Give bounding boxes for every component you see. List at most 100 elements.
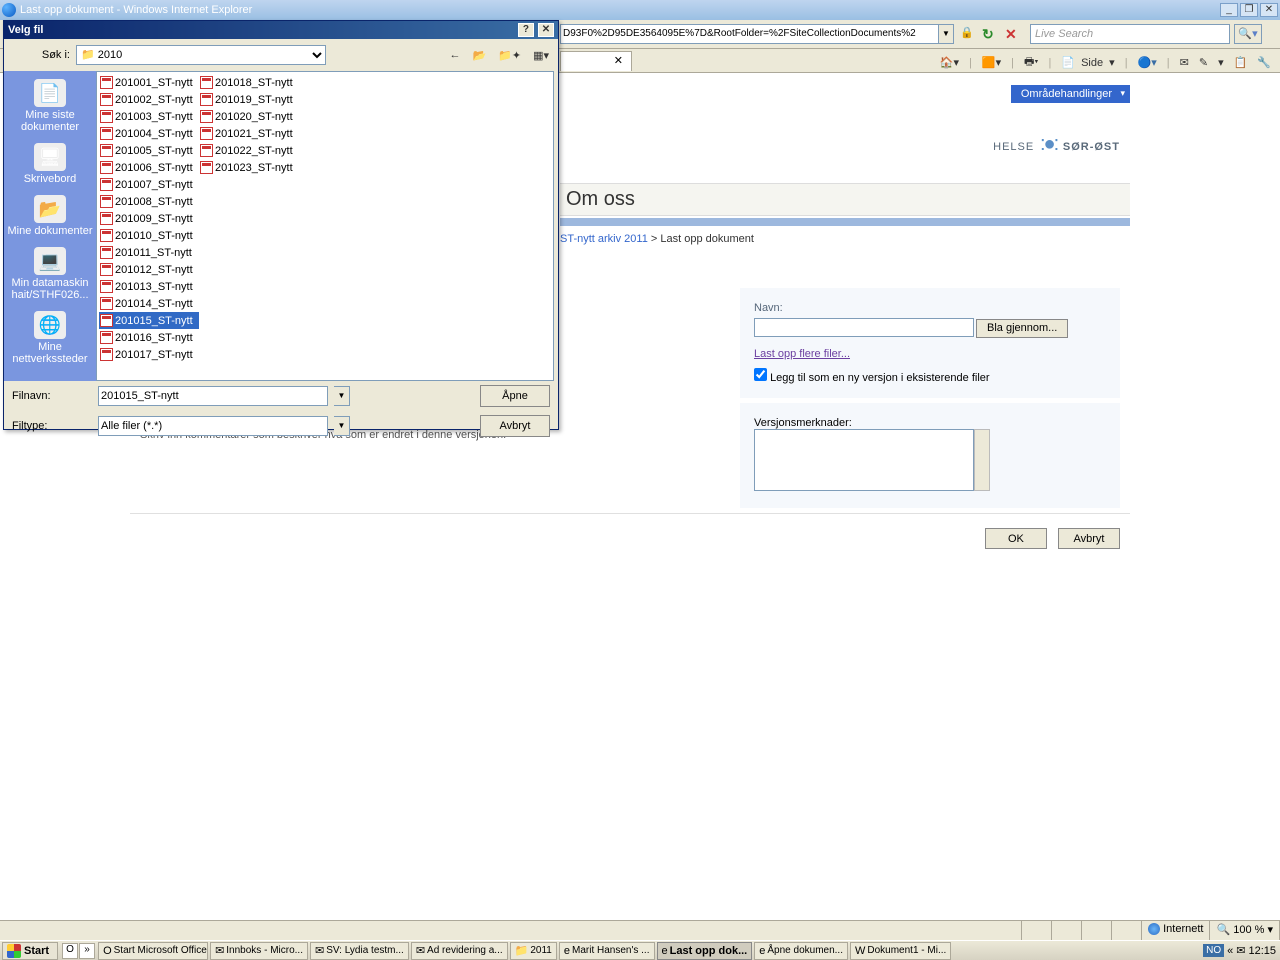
look-in-select[interactable]: 📁 2010 [76,45,326,65]
print-icon[interactable]: 🖶▾ [1021,52,1041,73]
taskbar-item[interactable]: ✉ Innboks - Micro... [210,942,308,960]
name-input[interactable] [754,318,974,337]
add-version-label: Legg til som en ny versjon i eksisterend… [770,372,990,384]
site-actions-menu[interactable]: Områdehandlinger [1011,85,1130,103]
taskbar-item[interactable]: e Last opp dok... [657,942,753,960]
refresh-button[interactable]: ↻ [982,26,994,43]
scrollbar[interactable] [974,429,990,491]
taskbar-item[interactable]: W Dokument1 - Mi... [850,942,951,960]
mail-icon[interactable]: ✉ [1177,55,1192,70]
close-button[interactable]: ✕ [1260,3,1278,17]
file-item[interactable]: 201015_ST-nytt [99,312,199,329]
places-item[interactable]: 🖥Skrivebord [22,139,79,189]
taskbar-item[interactable]: e Åpne dokumen... [754,942,848,960]
maximize-button[interactable]: ❐ [1240,3,1258,17]
taskbar-item[interactable]: 📁 2011 [510,942,557,960]
file-item[interactable]: 201011_ST-nytt [99,244,199,261]
search-button[interactable]: 🔍▾ [1234,24,1262,44]
dialog-help-button[interactable]: ? [518,23,534,37]
edit-icon[interactable]: ✎ [1196,55,1211,70]
start-button[interactable]: Start [2,942,58,960]
add-version-checkbox[interactable] [754,368,767,381]
filetype-select[interactable] [98,416,328,436]
file-item[interactable]: 201012_ST-nytt [99,261,199,278]
tab-current[interactable]: ✕ [560,51,632,71]
search-input[interactable]: Live Search [1030,24,1230,44]
ok-button[interactable]: OK [985,528,1047,549]
breadcrumb-link[interactable]: ST-nytt arkiv 2011 [560,233,648,245]
address-dropdown[interactable]: ▼ [938,24,954,44]
file-item[interactable]: 201014_ST-nytt [99,295,199,312]
version-notes-form: Versjonsmerknader: [740,403,1120,508]
language-indicator[interactable]: NO [1203,944,1224,957]
file-item[interactable]: 201013_ST-nytt [99,278,199,295]
quick-launch: O » [62,943,95,959]
places-item[interactable]: 🌐Mine nettverkssteder [4,307,96,369]
help-icon[interactable]: 🔵▾ [1135,55,1160,70]
filename-dropdown[interactable]: ▼ [334,386,350,406]
tray-mail-icon[interactable]: ✉ [1236,944,1245,957]
file-item[interactable]: 201003_ST-nytt [99,108,199,125]
system-tray: NO « ✉ 12:15 [1199,944,1280,957]
tool2-icon[interactable]: 📋 [1231,55,1251,70]
ql-outlook-icon[interactable]: O [62,943,78,959]
dialog-close-button[interactable]: ✕ [538,23,554,37]
window-titlebar: Last opp dokument - Windows Internet Exp… [0,0,1280,20]
page-menu[interactable]: 📄 Side ▾ [1058,55,1117,70]
ql-more-icon[interactable]: » [79,943,95,959]
browse-button[interactable]: Bla gjennom... [976,319,1068,338]
taskbar-item[interactable]: O Start Microsoft Office [98,942,208,960]
tray-expand-icon[interactable]: « [1227,945,1233,957]
ie-icon [2,3,16,17]
address-bar[interactable]: D93F0%2D95DE3564095E%7D&RootFolder=%2FSi… [560,24,940,44]
file-item[interactable]: 201017_ST-nytt [99,346,199,363]
file-item[interactable]: 201001_ST-nytt [99,74,199,91]
rss-icon[interactable]: 🟧▾ [979,55,1004,70]
places-item[interactable]: 💻Min datamaskin hait/STHF026... [4,243,96,305]
taskbar-item[interactable]: ✉ SV: Lydia testm... [310,942,409,960]
tool3-icon[interactable]: 🔧 [1254,55,1274,70]
file-item[interactable]: 201018_ST-nytt [199,74,299,91]
home-icon[interactable]: 🏠▾ [937,55,962,70]
file-item[interactable]: 201023_ST-nytt [199,159,299,176]
up-icon[interactable]: 📂 [469,49,489,62]
taskbar-item[interactable]: ✉ Ad revidering a... [411,942,508,960]
stop-button[interactable]: ✕ [1005,26,1017,43]
cancel-button[interactable]: Avbryt [1058,528,1120,549]
views-icon[interactable]: ▦▾ [530,49,552,62]
file-item[interactable]: 201010_ST-nytt [99,227,199,244]
file-item[interactable]: 201022_ST-nytt [199,142,299,159]
pdf-icon [200,127,213,140]
places-item[interactable]: 📄Mine siste dokumenter [4,75,96,137]
filetype-dropdown[interactable]: ▼ [334,416,350,436]
file-item[interactable]: 201020_ST-nytt [199,108,299,125]
file-item[interactable]: 201004_ST-nytt [99,125,199,142]
file-list[interactable]: 201001_ST-nytt201002_ST-nytt201003_ST-ny… [96,71,554,381]
file-item[interactable]: 201019_ST-nytt [199,91,299,108]
upload-multiple-link[interactable]: Last opp flere filer... [754,348,850,360]
file-item[interactable]: 201006_ST-nytt [99,159,199,176]
version-notes-textarea[interactable] [754,429,974,491]
taskbar-item[interactable]: e Marit Hansen's ... [559,942,655,960]
file-item[interactable]: 201016_ST-nytt [99,329,199,346]
pdf-icon [100,144,113,157]
zoom-level[interactable]: 🔍 100 % ▾ [1210,921,1280,940]
file-item[interactable]: 201002_ST-nytt [99,91,199,108]
newfolder-icon[interactable]: 📁✦ [495,49,524,62]
open-button[interactable]: Åpne [480,385,550,407]
back-icon[interactable]: ← [446,49,463,61]
file-item[interactable]: 201009_ST-nytt [99,210,199,227]
clock[interactable]: 12:15 [1248,945,1276,957]
filename-label: Filnavn: [12,390,92,402]
file-item[interactable]: 201005_ST-nytt [99,142,199,159]
file-item[interactable]: 201021_ST-nytt [199,125,299,142]
pdf-icon [100,161,113,174]
file-item[interactable]: 201008_ST-nytt [99,193,199,210]
dialog-cancel-button[interactable]: Avbryt [480,415,550,437]
places-item[interactable]: 📂Mine dokumenter [6,191,95,241]
task-icon: W [855,945,865,957]
file-item[interactable]: 201007_ST-nytt [99,176,199,193]
tool1-icon[interactable]: ▾ [1215,55,1227,70]
minimize-button[interactable]: _ [1220,3,1238,17]
filename-input[interactable] [98,386,328,406]
